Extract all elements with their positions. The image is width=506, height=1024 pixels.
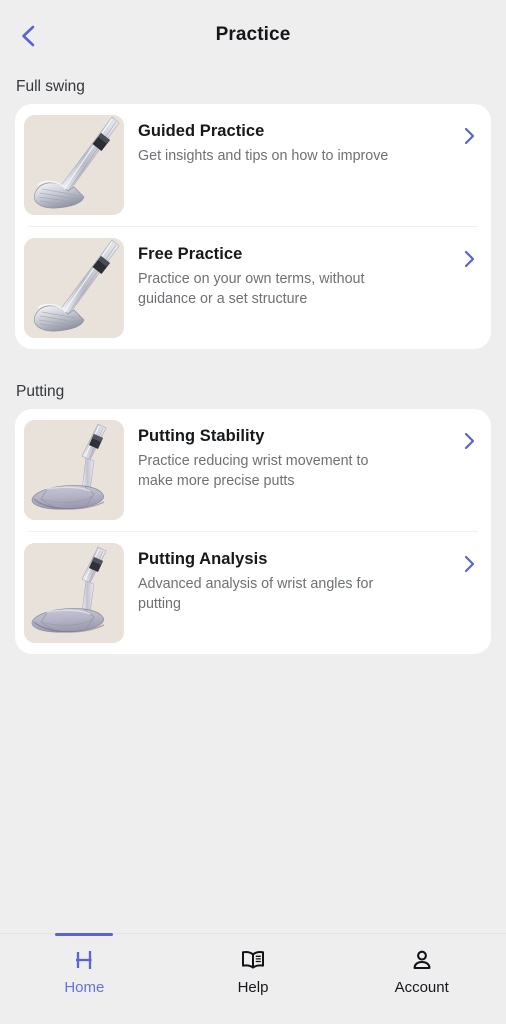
golf-iron-image [24, 115, 124, 215]
chevron-right-icon[interactable] [461, 126, 477, 146]
back-button[interactable] [6, 14, 50, 58]
section-putting: Putting Putting Stability Practice reduc… [0, 383, 506, 654]
section-full-swing: Full swing Guided Practice Get insights … [0, 78, 506, 349]
chevron-left-icon [17, 23, 39, 49]
list-item-text: Guided Practice Get insights and tips on… [124, 115, 461, 166]
tab-home-label: Home [64, 979, 105, 996]
book-icon [238, 945, 268, 975]
active-tab-indicator [55, 933, 114, 936]
list-item[interactable]: Free Practice Practice on your own terms… [15, 227, 491, 349]
chevron-right-icon[interactable] [461, 554, 477, 574]
golf-iron-image [24, 238, 124, 338]
list-item[interactable]: Putting Stability Practice reducing wris… [15, 409, 491, 531]
chevron-right-icon[interactable] [461, 431, 477, 451]
list-item-title: Putting Stability [138, 427, 265, 445]
header: Practice [0, 0, 506, 70]
tab-help-label: Help [237, 979, 269, 996]
golf-putter-image [24, 420, 124, 520]
list-item[interactable]: Putting Analysis Advanced analysis of wr… [15, 532, 491, 654]
chevron-right-icon[interactable] [461, 249, 477, 269]
list-item-subtitle: Get insights and tips on how to improve [138, 147, 389, 164]
card-full-swing: Guided Practice Get insights and tips on… [15, 104, 491, 349]
home-h-logo-icon [69, 945, 99, 975]
page-title: Practice [215, 24, 291, 45]
list-item-subtitle: Advanced analysis of wrist angles for pu… [138, 575, 374, 612]
list-item-subtitle: Practice reducing wrist movement to make… [138, 452, 369, 489]
list-item-subtitle: Practice on your own terms, without guid… [138, 270, 365, 307]
bottom-tab-bar: Home Help Account [0, 933, 506, 1024]
section-heading: Full swing [16, 78, 85, 95]
list-item-text: Putting Analysis Advanced analysis of wr… [124, 543, 461, 614]
list-item-title: Free Practice [138, 245, 243, 263]
card-putting: Putting Stability Practice reducing wris… [15, 409, 491, 654]
tab-help[interactable]: Help [169, 934, 338, 1024]
list-item-title: Guided Practice [138, 122, 265, 140]
list-item-text: Free Practice Practice on your own terms… [124, 238, 461, 309]
list-item[interactable]: Guided Practice Get insights and tips on… [15, 104, 491, 226]
list-item-text: Putting Stability Practice reducing wris… [124, 420, 461, 491]
tab-home[interactable]: Home [0, 933, 169, 1024]
golf-putter-image [24, 543, 124, 643]
tab-account[interactable]: Account [337, 934, 506, 1024]
list-item-title: Putting Analysis [138, 550, 268, 568]
tab-account-label: Account [394, 979, 449, 996]
person-icon [407, 945, 437, 975]
section-heading: Putting [16, 383, 65, 400]
